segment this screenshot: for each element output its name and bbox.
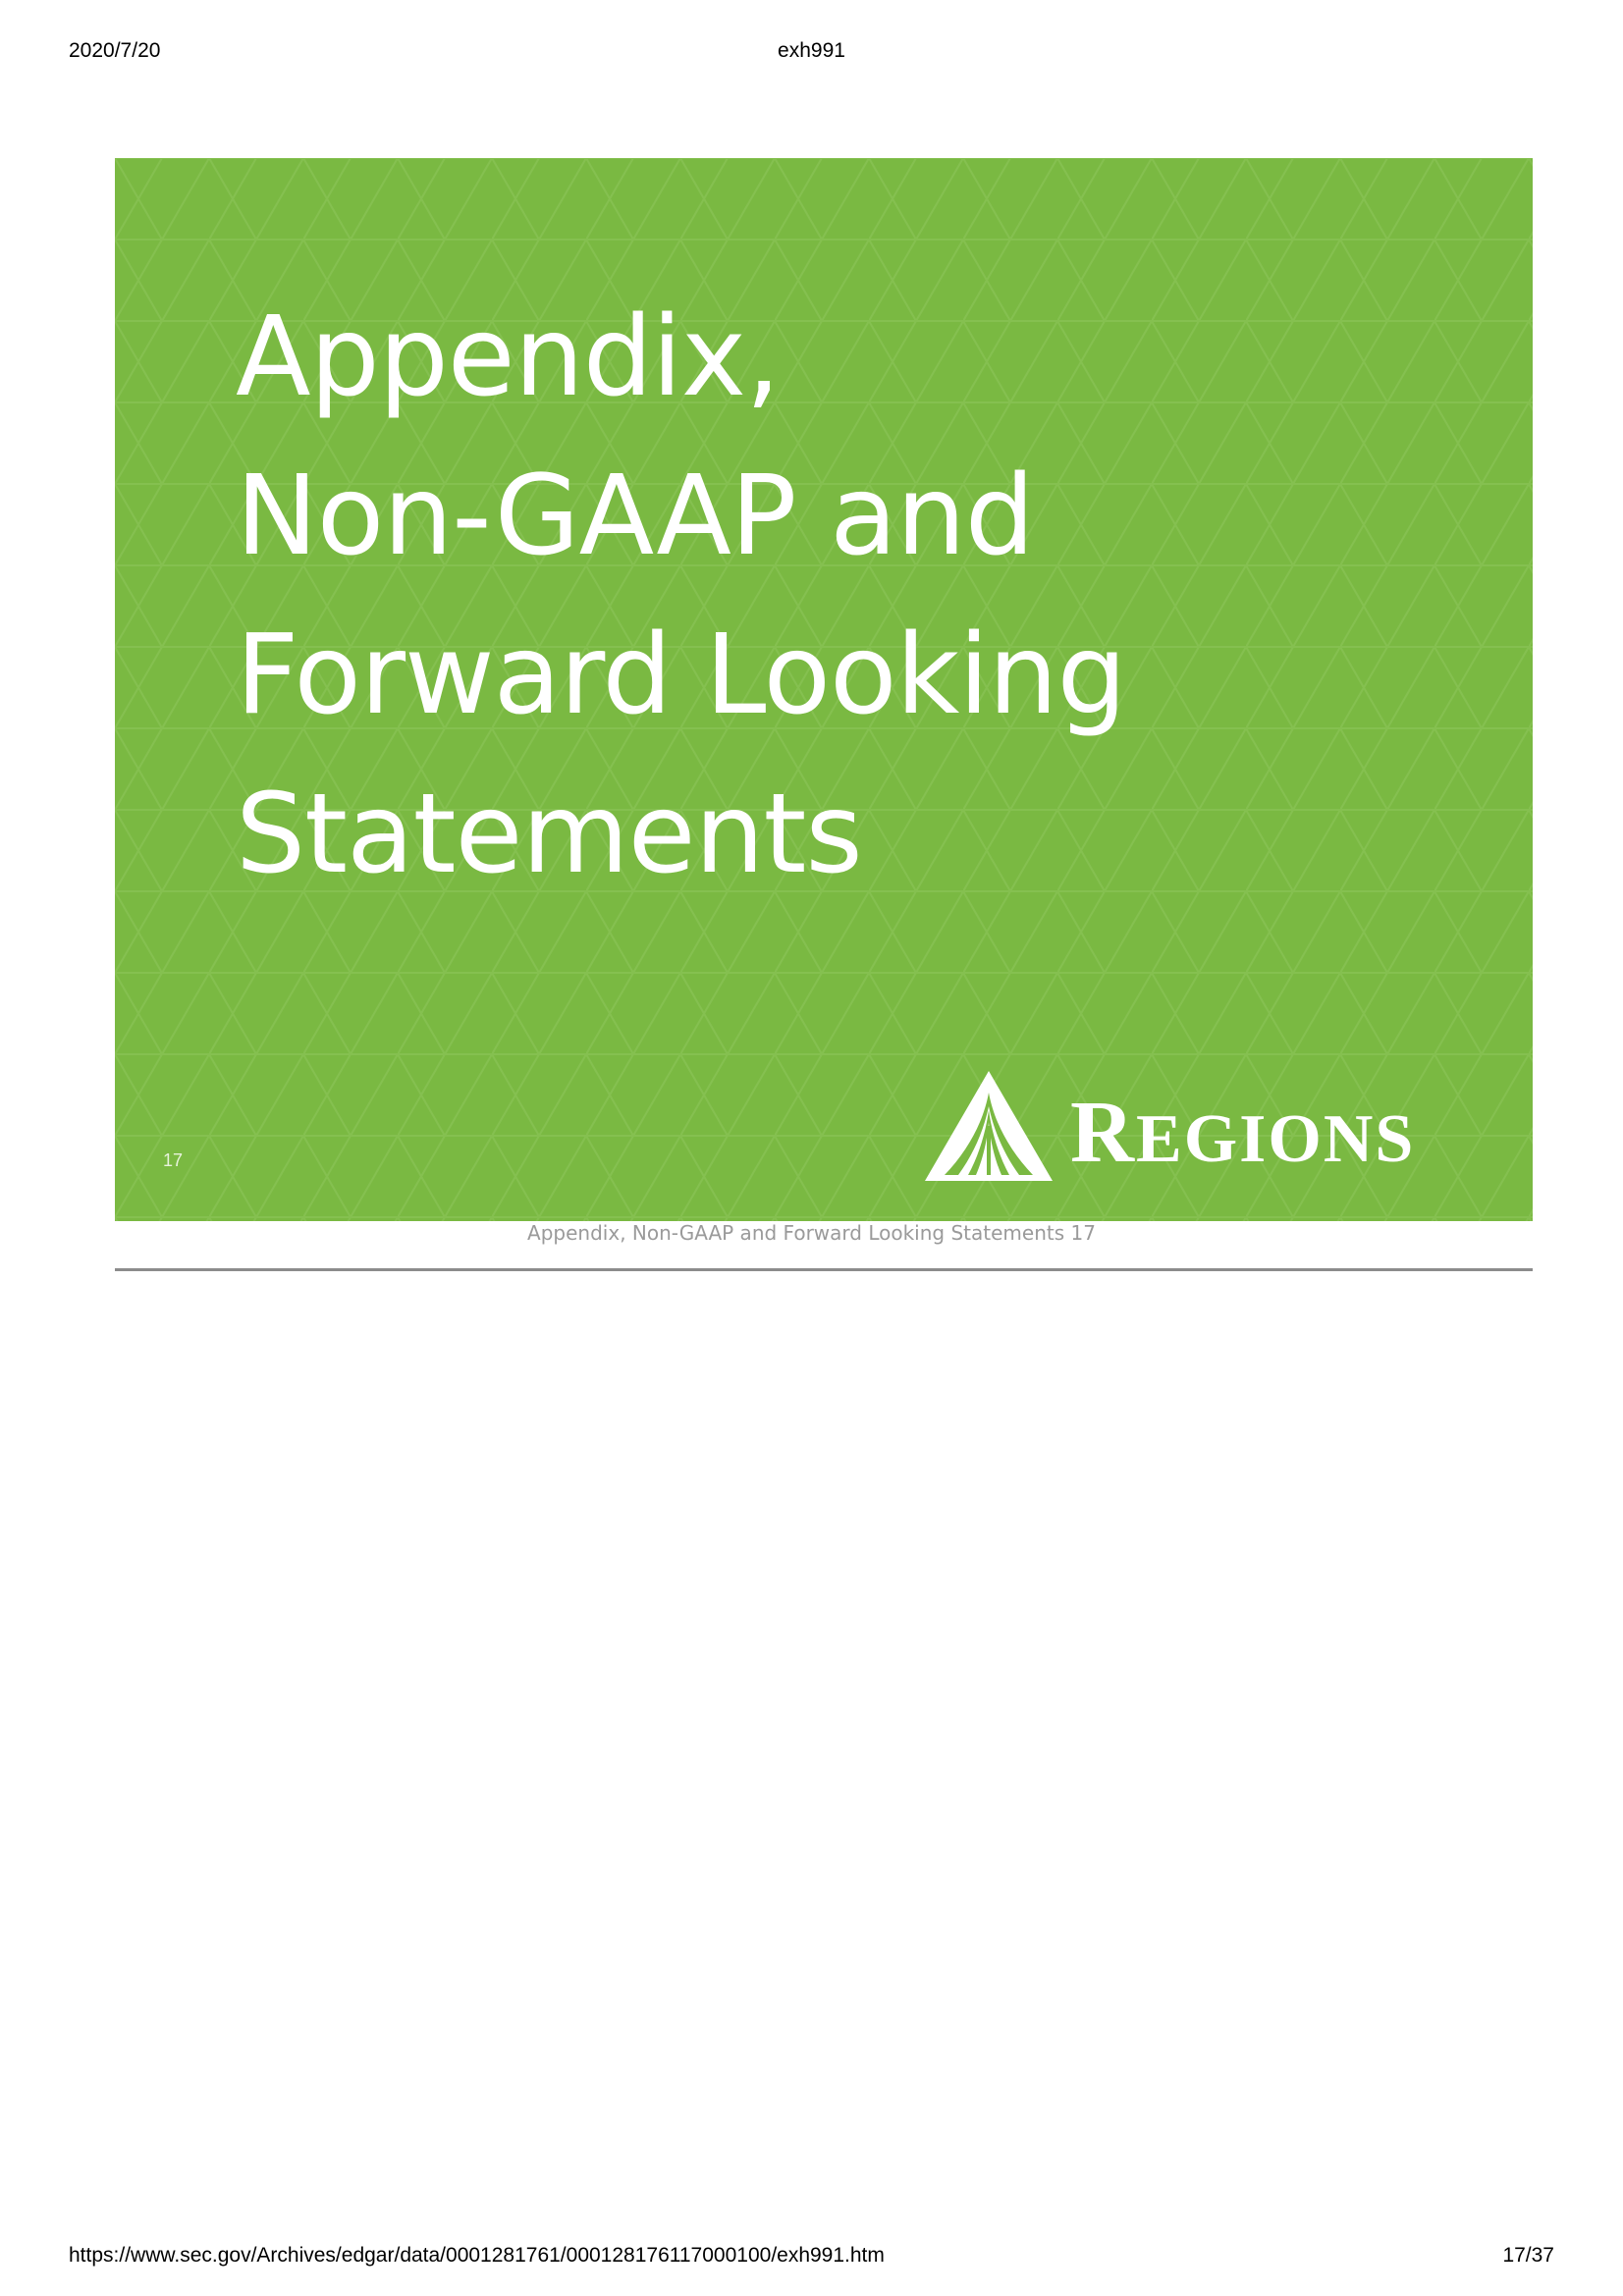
print-document-name: exh991 [778, 39, 845, 62]
slide-image: Appendix, Non-GAAP and Forward Looking S… [115, 158, 1533, 1221]
slide-page-number: 17 [163, 1150, 184, 1170]
slide-title-line: Non-GAAP and [236, 453, 1035, 580]
regions-logo: REGIONS [925, 1071, 1475, 1184]
slide-caption: Appendix, Non-GAAP and Forward Looking S… [527, 1221, 1096, 1245]
print-page-count: 17/37 [1502, 2244, 1554, 2267]
regions-pyramid-logo-icon [925, 1071, 1053, 1181]
print-url: https://www.sec.gov/Archives/edgar/data/… [69, 2244, 885, 2267]
regions-wordmark: REGIONS [1070, 1089, 1415, 1184]
slide-title-line: Appendix, [236, 294, 781, 421]
slide-title: Appendix, Non-GAAP and Forward Looking S… [236, 278, 1414, 914]
wordmark-initial: R [1070, 1084, 1136, 1181]
slide-title-line: Statements [236, 771, 863, 898]
wordmark-rest: EGIONS [1136, 1101, 1416, 1177]
horizontal-divider [115, 1268, 1533, 1271]
slide-title-line: Forward Looking [236, 612, 1127, 739]
